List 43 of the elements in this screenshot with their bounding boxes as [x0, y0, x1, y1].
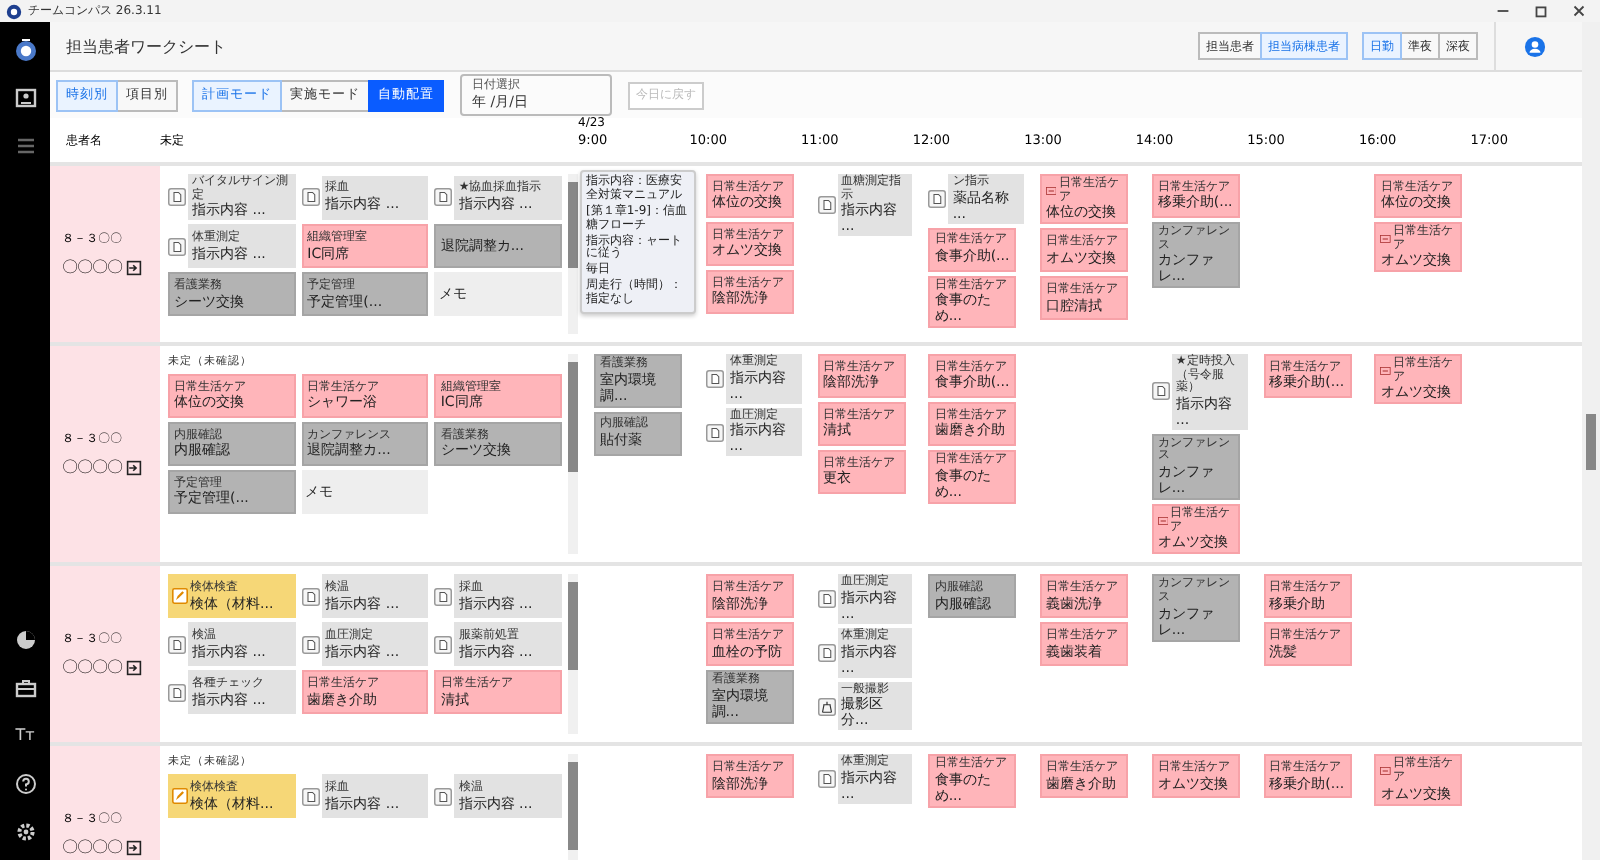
document-icon[interactable]: [168, 237, 186, 256]
document-icon[interactable]: [168, 188, 186, 207]
enter-icon[interactable]: [126, 659, 142, 676]
document-icon[interactable]: [1151, 382, 1170, 401]
briefcase-icon[interactable]: [13, 676, 37, 700]
settings-icon[interactable]: [13, 820, 37, 844]
list-icon[interactable]: [13, 134, 37, 158]
document-icon[interactable]: [817, 643, 836, 662]
patient-name: 〇〇〇〇: [62, 656, 122, 679]
app-logo-icon[interactable]: [13, 38, 37, 62]
document-icon[interactable]: [301, 787, 320, 806]
document-icon[interactable]: [301, 635, 320, 654]
document-icon[interactable]: [434, 587, 453, 606]
pencil-icon: [172, 588, 188, 605]
document-icon[interactable]: [168, 635, 186, 654]
enter-icon[interactable]: [126, 459, 142, 476]
document-icon[interactable]: [705, 369, 724, 388]
font-size-button[interactable]: Tт: [15, 724, 35, 748]
close-icon[interactable]: [1570, 2, 1588, 20]
document-icon[interactable]: [928, 189, 947, 208]
page-title: 担当患者ワークシート: [66, 35, 226, 57]
document-icon[interactable]: [301, 587, 320, 606]
imaging-icon[interactable]: [817, 697, 836, 716]
help-icon[interactable]: [13, 772, 37, 796]
document-icon[interactable]: [705, 423, 724, 442]
user-icon[interactable]: [1524, 35, 1546, 57]
patient-name: 〇〇〇〇: [62, 836, 122, 859]
document-icon[interactable]: [301, 188, 320, 207]
pie-chart-icon[interactable]: [13, 628, 37, 652]
patient-name: 〇〇〇〇: [62, 256, 122, 278]
document-icon[interactable]: [817, 590, 836, 609]
document-icon[interactable]: [168, 683, 186, 702]
document-icon[interactable]: [817, 196, 836, 215]
document-icon[interactable]: [434, 188, 453, 207]
enter-icon[interactable]: [126, 259, 142, 275]
document-icon[interactable]: [434, 787, 453, 806]
enter-icon[interactable]: [126, 839, 142, 856]
patient-name: 〇〇〇〇: [62, 456, 122, 479]
id-card-icon[interactable]: [13, 86, 37, 110]
document-icon[interactable]: [817, 770, 836, 789]
pencil-icon: [172, 788, 188, 805]
restore-icon[interactable]: [1532, 2, 1550, 20]
document-icon[interactable]: [434, 635, 453, 654]
